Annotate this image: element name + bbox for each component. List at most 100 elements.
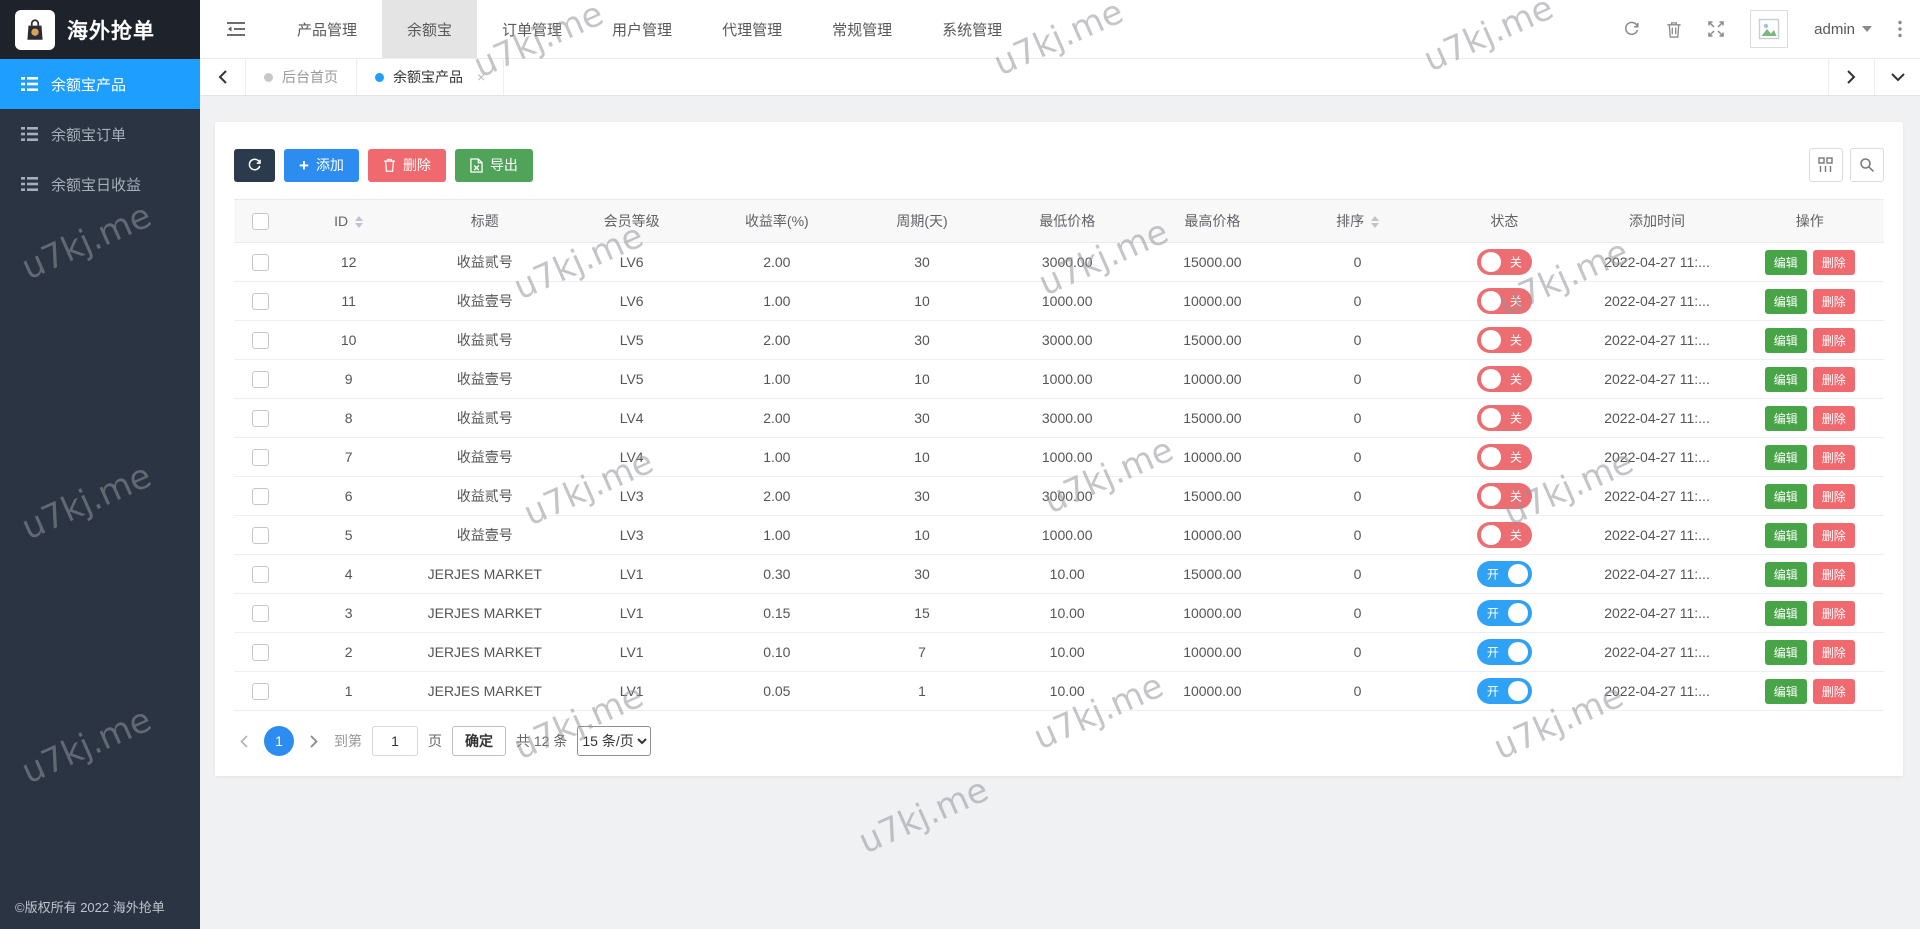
toggle-knob (1507, 642, 1528, 662)
row-checkbox[interactable] (251, 253, 269, 271)
nav-item[interactable]: 订单管理 (477, 0, 587, 58)
edit-button[interactable]: 编辑 (1764, 639, 1807, 665)
goto-confirm-button[interactable]: 确定 (452, 726, 506, 756)
nav-item[interactable]: 用户管理 (587, 0, 697, 58)
delete-button[interactable]: 删除 (1812, 444, 1855, 470)
status-toggle[interactable]: 关 (1476, 444, 1532, 470)
status-toggle[interactable]: 开 (1476, 600, 1532, 626)
column-header[interactable]: 最高价格 (1139, 199, 1285, 243)
refresh-button[interactable] (234, 148, 275, 182)
page-size-select[interactable]: 15 条/页 (577, 726, 652, 756)
export-button[interactable]: 导出 (454, 148, 533, 182)
tab-close-icon[interactable]: × (477, 69, 485, 85)
status-toggle[interactable]: 关 (1476, 249, 1532, 275)
column-header[interactable]: 周期(天) (849, 199, 995, 243)
edit-button[interactable]: 编辑 (1764, 483, 1807, 509)
column-header[interactable]: ID (286, 199, 411, 243)
delete-button[interactable]: 删除 (1812, 483, 1855, 509)
edit-button[interactable]: 编辑 (1764, 405, 1807, 431)
edit-button[interactable]: 编辑 (1764, 600, 1807, 626)
delete-button[interactable]: 删除 (1812, 288, 1855, 314)
delete-button[interactable]: 删除 (1812, 678, 1855, 704)
prev-page-icon[interactable] (234, 734, 254, 748)
status-toggle[interactable]: 关 (1476, 483, 1532, 509)
column-header[interactable]: 操作 (1735, 199, 1884, 243)
edit-button[interactable]: 编辑 (1764, 327, 1807, 353)
tabs-menu-icon[interactable] (1874, 59, 1920, 95)
sidebar-toggle-icon[interactable] (200, 0, 272, 58)
columns-toggle-button[interactable] (1809, 148, 1843, 182)
status-toggle[interactable]: 关 (1476, 405, 1532, 431)
fullscreen-icon[interactable] (1708, 21, 1724, 37)
sidebar-item[interactable]: 余额宝产品 (0, 59, 200, 109)
nav-item[interactable]: 系统管理 (917, 0, 1027, 58)
row-checkbox[interactable] (251, 487, 269, 505)
row-checkbox[interactable] (251, 448, 269, 466)
delete-button[interactable]: 删除 (1812, 522, 1855, 548)
delete-button[interactable]: 删除 (367, 148, 446, 182)
column-header[interactable]: 标题 (410, 199, 560, 243)
column-header[interactable]: 会员等级 (559, 199, 705, 243)
tabs-scroll-left-icon[interactable] (200, 59, 246, 95)
sort-icon[interactable] (355, 216, 364, 229)
row-checkbox[interactable] (251, 331, 269, 349)
search-toggle-button[interactable] (1850, 148, 1884, 182)
status-toggle[interactable]: 开 (1476, 561, 1532, 587)
edit-button[interactable]: 编辑 (1764, 366, 1807, 392)
row-checkbox[interactable] (251, 370, 269, 388)
delete-button[interactable]: 删除 (1812, 249, 1855, 275)
sidebar-item[interactable]: 余额宝订单 (0, 109, 200, 159)
nav-item[interactable]: 代理管理 (697, 0, 807, 58)
edit-button[interactable]: 编辑 (1764, 561, 1807, 587)
row-checkbox[interactable] (251, 682, 269, 700)
next-page-icon[interactable] (304, 734, 324, 748)
edit-button[interactable]: 编辑 (1764, 678, 1807, 704)
delete-button[interactable]: 删除 (1812, 639, 1855, 665)
cell-level: LV3 (559, 515, 705, 555)
edit-button[interactable]: 编辑 (1764, 249, 1807, 275)
column-header[interactable]: 最低价格 (994, 199, 1140, 243)
status-toggle[interactable]: 关 (1476, 522, 1532, 548)
row-checkbox[interactable] (251, 526, 269, 544)
row-checkbox[interactable] (251, 565, 269, 583)
delete-button[interactable]: 删除 (1812, 600, 1855, 626)
user-menu[interactable]: admin (1814, 21, 1872, 38)
status-toggle[interactable]: 关 (1476, 288, 1532, 314)
edit-button[interactable]: 编辑 (1764, 444, 1807, 470)
edit-button[interactable]: 编辑 (1764, 522, 1807, 548)
more-options-icon[interactable] (1898, 20, 1902, 38)
delete-button[interactable]: 删除 (1812, 366, 1855, 392)
nav-item[interactable]: 常规管理 (807, 0, 917, 58)
cell-level: LV5 (559, 320, 705, 360)
avatar[interactable] (1750, 10, 1789, 48)
edit-button[interactable]: 编辑 (1764, 288, 1807, 314)
row-checkbox[interactable] (251, 643, 269, 661)
column-header[interactable]: 添加时间 (1578, 199, 1736, 243)
column-header[interactable]: 状态 (1430, 199, 1579, 243)
add-button[interactable]: + 添加 (284, 148, 359, 182)
nav-item[interactable]: 余额宝 (382, 0, 478, 58)
row-checkbox[interactable] (251, 409, 269, 427)
delete-button[interactable]: 删除 (1812, 327, 1855, 353)
status-toggle[interactable]: 开 (1476, 678, 1532, 704)
row-checkbox[interactable] (251, 604, 269, 622)
select-all-checkbox[interactable] (251, 212, 269, 230)
tabs-scroll-right-icon[interactable] (1828, 59, 1874, 95)
goto-page-input[interactable] (372, 726, 418, 756)
nav-item[interactable]: 产品管理 (272, 0, 382, 58)
column-header[interactable]: 收益率(%) (704, 199, 850, 243)
status-toggle[interactable]: 关 (1476, 327, 1532, 353)
refresh-icon[interactable] (1623, 21, 1640, 38)
current-page-button[interactable]: 1 (264, 726, 294, 756)
status-toggle[interactable]: 开 (1476, 639, 1532, 665)
delete-button[interactable]: 删除 (1812, 561, 1855, 587)
row-checkbox[interactable] (251, 292, 269, 310)
sidebar-item[interactable]: 余额宝日收益 (0, 159, 200, 209)
trash-icon[interactable] (1666, 21, 1682, 38)
delete-button[interactable]: 删除 (1812, 405, 1855, 431)
tab[interactable]: 后台首页 (246, 59, 357, 95)
sort-icon[interactable] (1371, 216, 1380, 229)
column-header[interactable]: 排序 (1284, 199, 1431, 243)
tab[interactable]: 余额宝产品 × (357, 59, 505, 95)
status-toggle[interactable]: 关 (1476, 366, 1532, 392)
